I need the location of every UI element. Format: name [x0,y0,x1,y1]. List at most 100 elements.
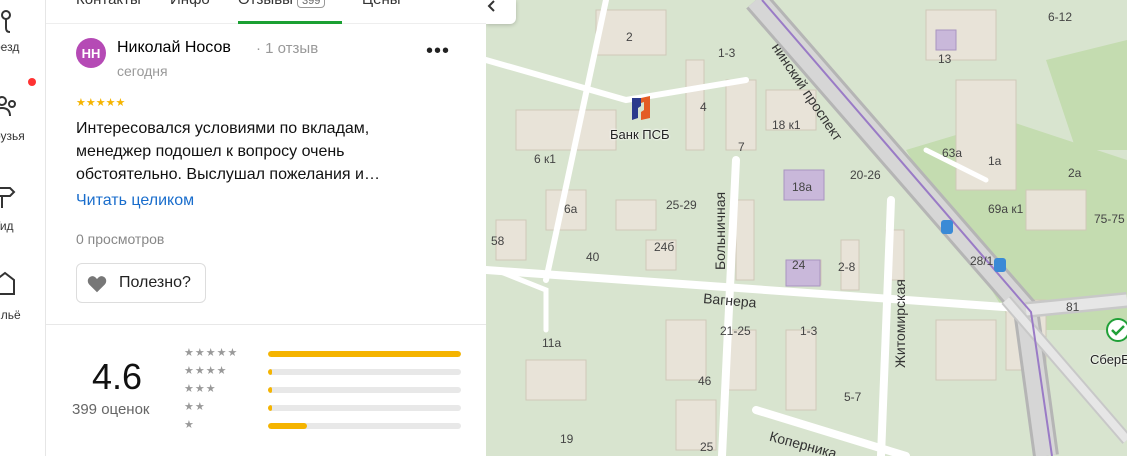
avatar[interactable]: НН [76,38,106,68]
heart-icon [87,276,107,293]
rail-item-guide[interactable]: Гид [0,176,45,246]
poi-sberbank[interactable] [1106,318,1127,342]
house-number: 6а [564,202,578,216]
distribution-stars: ★ [184,419,195,431]
rating-distribution-row: ★ [184,418,464,436]
review-date: сегодня [117,63,168,79]
reviews-panel: Контакты Инфо Отзывы399 Цены НН Николай … [46,0,486,456]
house-number: 28/1 [970,254,994,268]
average-rating: 4.6 [92,356,143,397]
friends-icon [0,96,16,117]
house-number: 63а [942,146,963,160]
house-number: 2 [626,30,633,44]
house-number: 46 [698,374,712,388]
house-number: 1а [988,154,1002,168]
distribution-bar-track [268,423,461,429]
street-label: Житомирская [892,279,908,368]
rail-item-label: оезд [0,40,20,54]
house-number: 25 [700,440,714,454]
house-number: 2а [1068,166,1082,180]
house-number: 58 [491,234,505,248]
sberbank-icon [1106,318,1127,342]
house-number: 6-12 [1048,10,1073,24]
street-label: Больничная [712,191,728,270]
rating-distribution-row: ★★★★ [184,364,464,382]
left-nav-rail: оезд рузья Гид ильё [0,0,46,456]
route-icon [1,10,11,33]
tab-reviews[interactable]: Отзывы399 [238,0,326,8]
house-number: 21-25 [720,324,751,338]
distribution-bar-fill [268,405,272,411]
distribution-bar-track [268,369,461,375]
house-number: 1-3 [718,46,736,60]
distribution-stars: ★★ [184,401,206,413]
rail-item-housing[interactable]: ильё [0,266,45,336]
collapse-panel-button[interactable] [486,0,516,24]
poi-psb-bank[interactable] [626,94,656,124]
housing-icon [0,271,15,295]
house-number: 24 [792,258,806,272]
rating-count: 399 оценок [72,401,150,418]
distribution-stars: ★★★ [184,383,217,395]
read-full-link[interactable]: Читать целиком [76,192,194,210]
house-number: 7 [738,140,745,154]
tab-bar: Контакты Инфо Отзывы399 Цены [46,0,486,24]
review-stars: ★★★★★ [76,97,126,109]
house-number: 19 [560,432,574,446]
rail-item-label: ильё [0,308,21,322]
house-number: 18а [792,180,813,194]
reviews-count-badge: 399 [296,0,326,8]
distribution-bar-fill [268,351,461,357]
house-number: 1-3 [800,324,818,338]
rail-item-label: Гид [0,219,14,233]
house-number: 2-8 [838,260,856,274]
rating-distribution-row: ★★★★★ [184,346,464,364]
house-number: 25-29 [666,198,697,212]
more-options-button[interactable]: ••• [426,40,450,63]
distribution-bar-fill [268,387,272,393]
view-count: 0 просмотров [76,231,165,247]
house-number: 18 к1 [772,118,801,132]
tab-prices[interactable]: Цены [362,0,401,8]
house-number: 69а к1 [988,202,1024,216]
useful-button[interactable]: Полезно? [76,263,206,303]
psb-bank-icon [632,96,650,120]
house-number: 40 [586,250,600,264]
house-number: 75-75 [1094,212,1125,226]
tab-contacts[interactable]: Контакты [76,0,141,8]
house-number: 24б [654,240,675,254]
tab-reviews-label: Отзывы [238,0,293,8]
rail-item-route[interactable]: оезд [0,0,45,70]
house-number: 13 [938,52,952,66]
house-number: 11а [542,336,562,350]
rail-item-label: рузья [0,129,25,143]
distribution-bar-track [268,405,461,411]
author-review-count: · 1 отзыв [256,40,319,57]
house-number: 6 к1 [534,152,556,166]
rail-item-friends[interactable]: рузья [0,86,45,156]
poi-label[interactable]: СберБ [1090,352,1127,367]
distribution-bar-fill [268,369,272,375]
house-number: 81 [1066,300,1080,314]
distribution-bar-track [268,351,461,357]
map-canvas [486,0,1127,456]
useful-button-label: Полезно? [119,274,191,291]
rating-distribution-row: ★★★ [184,382,464,400]
review-text: Интересовался условиями по вкладам, мене… [76,120,380,183]
distribution-stars: ★★★★ [184,365,228,377]
rating-distribution-row: ★★ [184,400,464,418]
active-tab-indicator [238,21,342,24]
tab-info[interactable]: Инфо [170,0,210,8]
house-number: 4 [700,100,707,114]
distribution-stars: ★★★★★ [184,347,239,359]
section-divider [46,324,486,325]
map-view[interactable]: нинский проспект Больничная Вагнера Жито… [486,0,1127,456]
house-number: 20-26 [850,168,881,182]
chevron-left-icon [487,0,495,12]
review-author[interactable]: Николай Носов [117,39,231,57]
guide-icon [0,187,16,208]
distribution-bar-track [268,387,461,393]
house-number: 5-7 [844,390,862,404]
poi-label[interactable]: Банк ПСБ [610,127,670,142]
distribution-bar-fill [268,423,307,429]
